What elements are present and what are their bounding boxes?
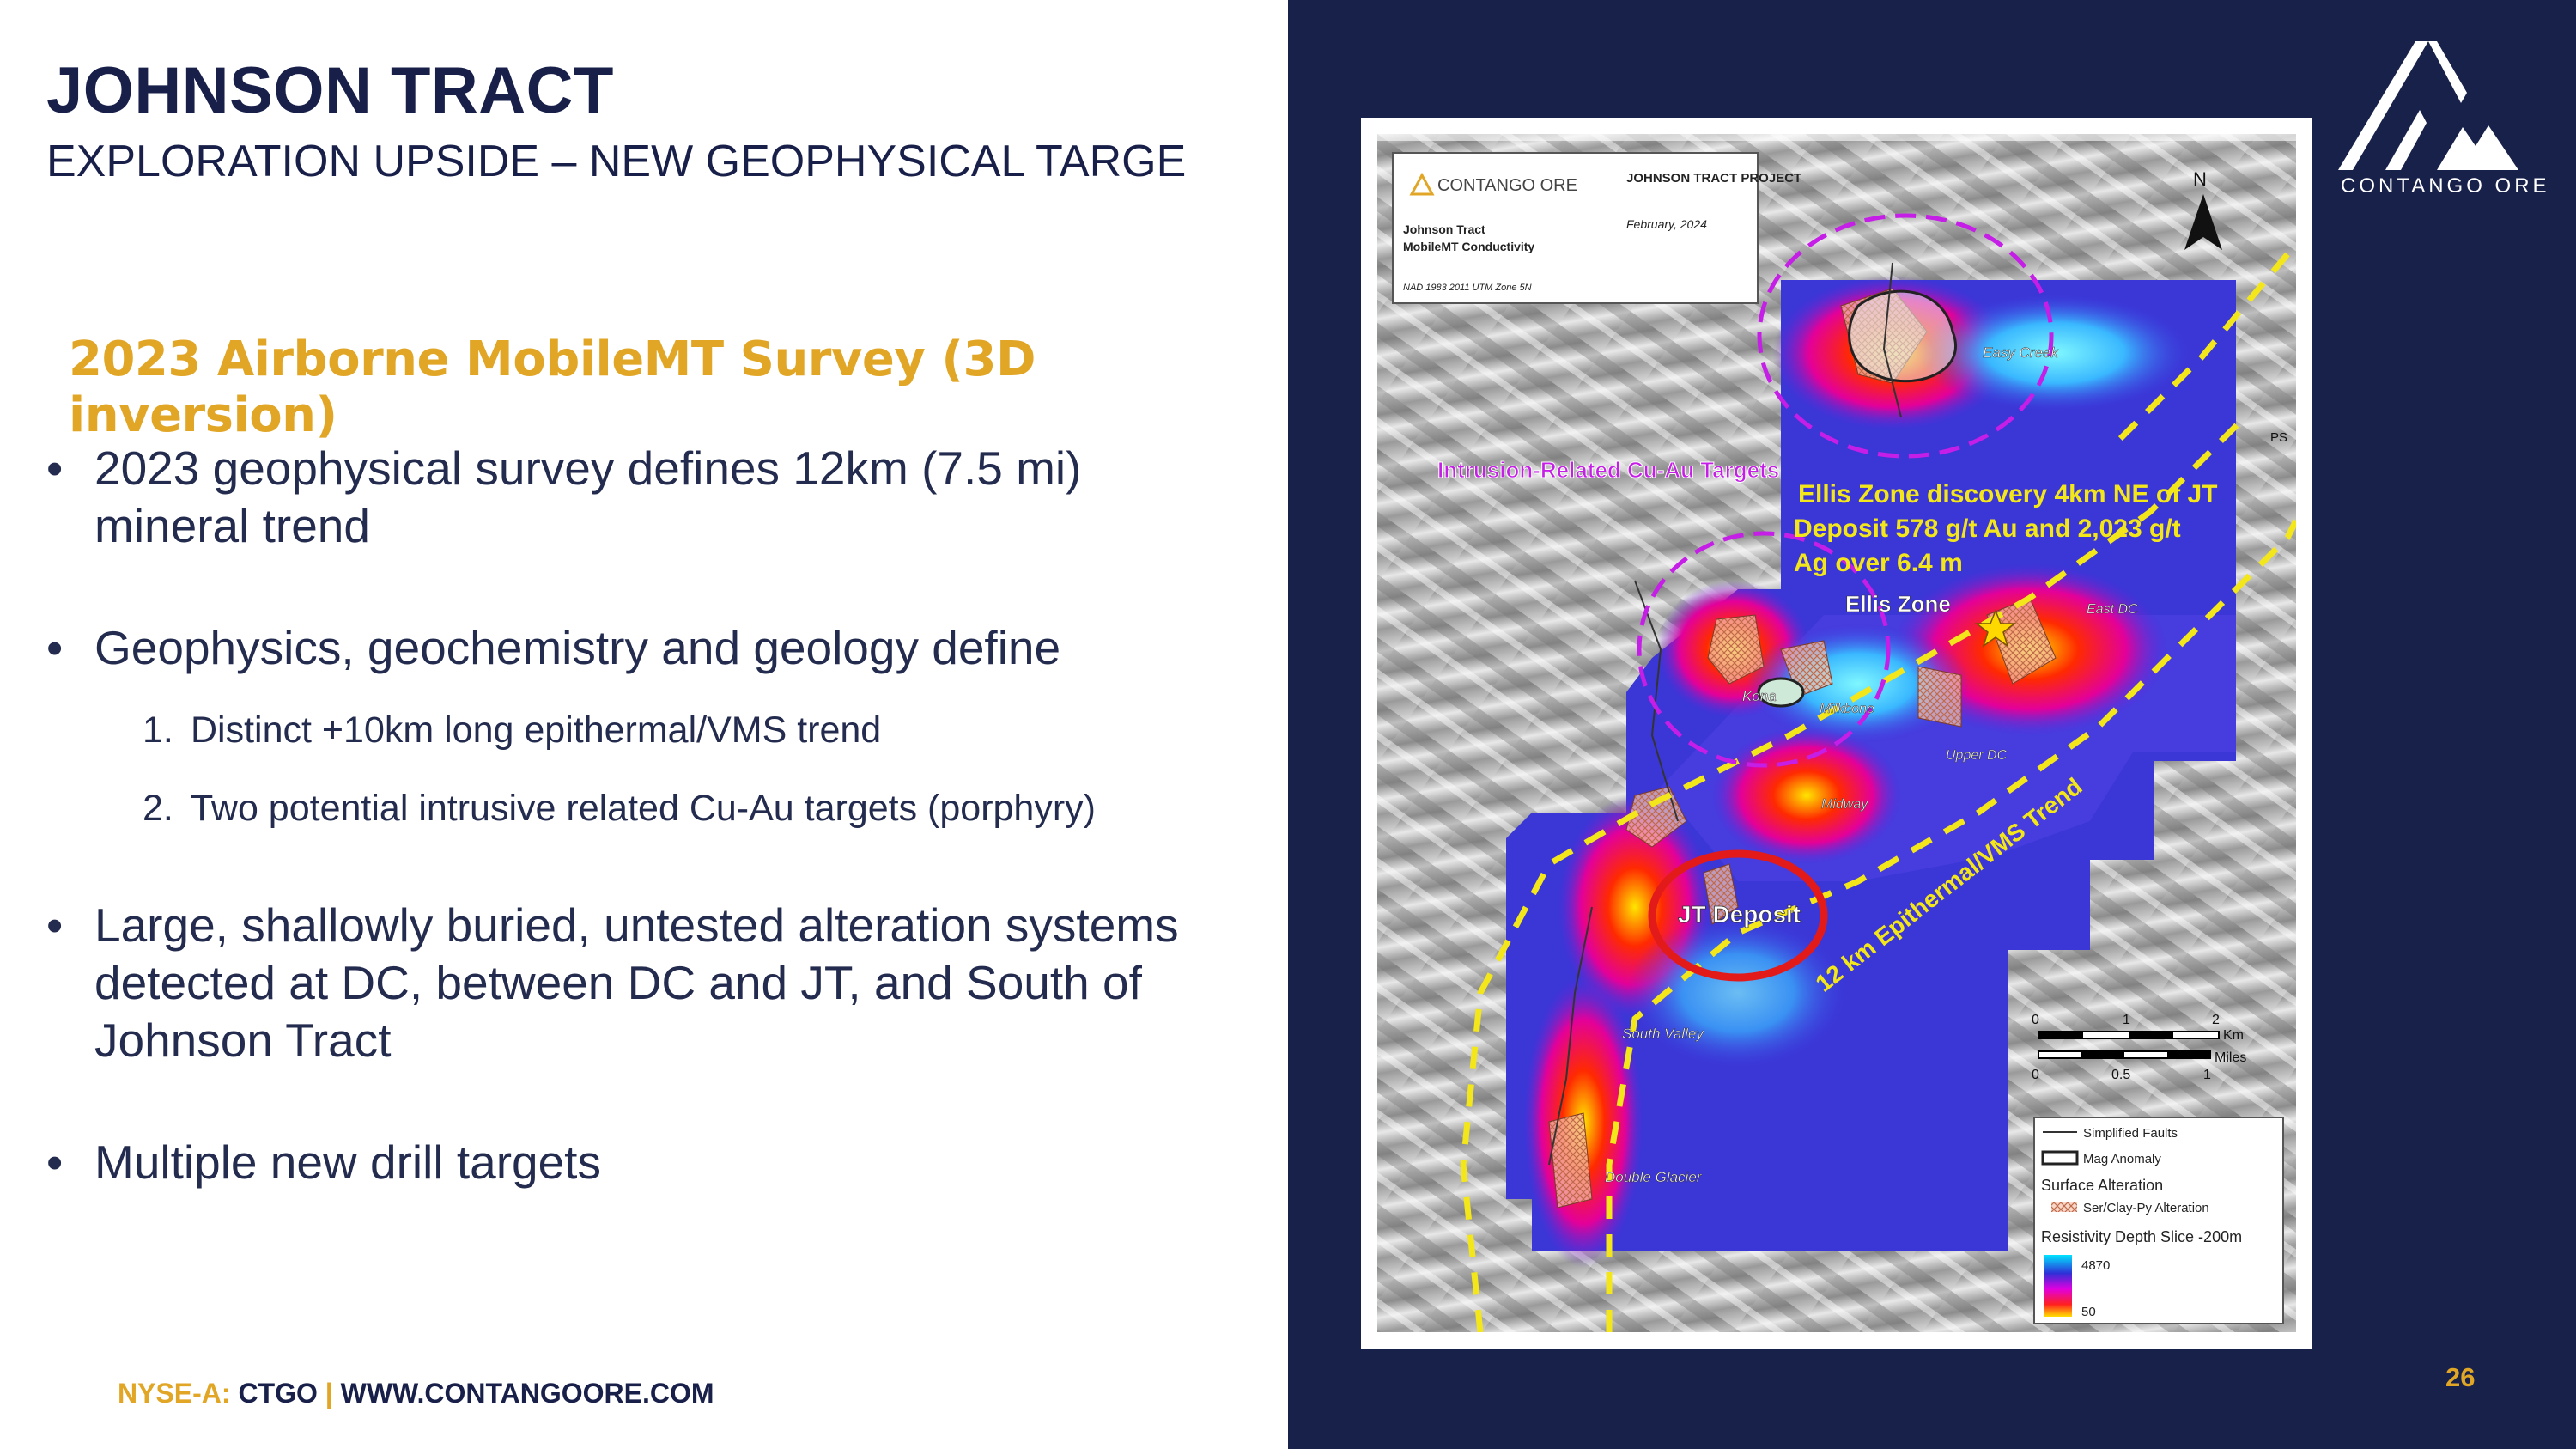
contango-logo-icon: [2338, 41, 2518, 170]
map-project: JOHNSON TRACT PROJECT: [1626, 171, 1801, 186]
map-name-2: MobileMT Conductivity: [1403, 240, 1534, 253]
map-title-block: CONTANGO ORE JOHNSON TRACT PROJECT Febru…: [1392, 152, 1801, 304]
svg-text:0: 0: [2032, 1013, 2039, 1027]
place-midway: Midway: [1821, 797, 1868, 812]
bullet-text: Multiple new drill targets: [94, 1135, 601, 1189]
legend-res-high: 4870: [2081, 1258, 2110, 1273]
ellis-note-line-2: Deposit 578 g/t Au and 2,023 g/t: [1794, 514, 2181, 543]
footer-separator: |: [325, 1378, 333, 1409]
mag-anomaly-easy-creek: [1848, 289, 1957, 383]
bullet-dot: •: [46, 621, 64, 674]
place-kona: Kona: [1742, 688, 1777, 704]
ellis-zone-label: Ellis Zone: [1845, 591, 1951, 617]
legend-res-low: 50: [2081, 1305, 2096, 1319]
place-double-glacier: Double Glacier: [1605, 1169, 1703, 1185]
item-text: Distinct +10km long epithermal/VMS trend: [191, 709, 882, 751]
slide-title: JOHNSON TRACT: [46, 54, 614, 127]
bullet-dot: •: [46, 441, 64, 495]
bullet-text: Geophysics, geochemistry and geology def…: [94, 621, 1061, 674]
place-south-valley: South Valley: [1622, 1026, 1704, 1042]
svg-text:2: 2: [2212, 1013, 2220, 1027]
bullet-dot: •: [46, 1135, 64, 1189]
geophysics-map: CONTANGO ORE JOHNSON TRACT PROJECT Febru…: [1377, 134, 2296, 1332]
place-milkbone: Milkbone: [1820, 702, 1874, 716]
page-number: 26: [2445, 1362, 2476, 1392]
logo-wordmark: CONTANGO ORE: [2341, 174, 2550, 198]
svg-text:1: 1: [2123, 1013, 2130, 1027]
section-heading: 2023 Airborne MobileMT Survey (3D invers…: [69, 332, 1036, 443]
place-east-dc: East DC: [2087, 602, 2138, 617]
ellis-note-line-3: Ag over 6.4 m: [1794, 549, 1963, 577]
svg-text:0.5: 0.5: [2111, 1068, 2130, 1082]
targets-label: Intrusion-Related Cu-Au Targets: [1437, 457, 1779, 483]
place-upper-dc: Upper DC: [1946, 748, 2008, 763]
legend-mag: Mag Anomaly: [2083, 1152, 2161, 1166]
anomaly-midway: [1712, 727, 1901, 864]
svg-text:Km: Km: [2223, 1028, 2244, 1043]
slide-subtitle: EXPLORATION UPSIDE – NEW GEOPHYSICAL TAR…: [46, 137, 1187, 186]
bullet-dot: •: [46, 898, 64, 952]
ellis-note-line-1: Ellis Zone discovery 4km NE of JT: [1798, 480, 2218, 508]
legend-alteration-type: Ser/Clay-Py Alteration: [2083, 1201, 2209, 1215]
map-datum: NAD 1983 2011 UTM Zone 5N: [1403, 283, 1532, 293]
jt-deposit-label: JT Deposit: [1678, 901, 1801, 928]
map-name-1: Johnson Tract: [1403, 222, 1485, 236]
svg-text:N: N: [2193, 168, 2207, 190]
legend-faults: Simplified Faults: [2083, 1126, 2178, 1141]
footer-website[interactable]: WWW.CONTANGOORE.COM: [341, 1378, 714, 1409]
svg-text:0: 0: [2032, 1068, 2039, 1082]
slide-left-panel: JOHNSON TRACT EXPLORATION UPSIDE – NEW G…: [0, 0, 1288, 1449]
item-number: 2.: [143, 788, 173, 829]
bullet-text: Large, shallowly buried, untested altera…: [94, 898, 1179, 1067]
item-text: Two potential intrusive related Cu-Au ta…: [191, 788, 1096, 829]
place-ps: PS: [2270, 430, 2287, 445]
footer-exchange: NYSE-A:: [118, 1378, 231, 1409]
map-legend: Simplified Faults Mag Anomaly Surface Al…: [2033, 1117, 2284, 1324]
legend-resistivity: Resistivity Depth Slice -200m: [2041, 1228, 2242, 1245]
place-easy-creek: Easy Creek: [1983, 344, 2059, 361]
bullet-text: 2023 geophysical survey defines 12km (7.…: [94, 441, 1082, 552]
footer: NYSE-A: CTGO | WWW.CONTANGOORE.COM: [118, 1378, 714, 1409]
svg-text:Miles: Miles: [2215, 1050, 2246, 1065]
map-date: February, 2024: [1626, 217, 1707, 231]
resistivity-scale: [2044, 1255, 2072, 1317]
footer-ticker: CTGO: [238, 1378, 318, 1409]
svg-text:1: 1: [2203, 1068, 2211, 1082]
item-number: 1.: [143, 709, 173, 751]
legend-surface-alteration: Surface Alteration: [2041, 1177, 2163, 1194]
map-company: CONTANGO ORE: [1437, 176, 1577, 195]
